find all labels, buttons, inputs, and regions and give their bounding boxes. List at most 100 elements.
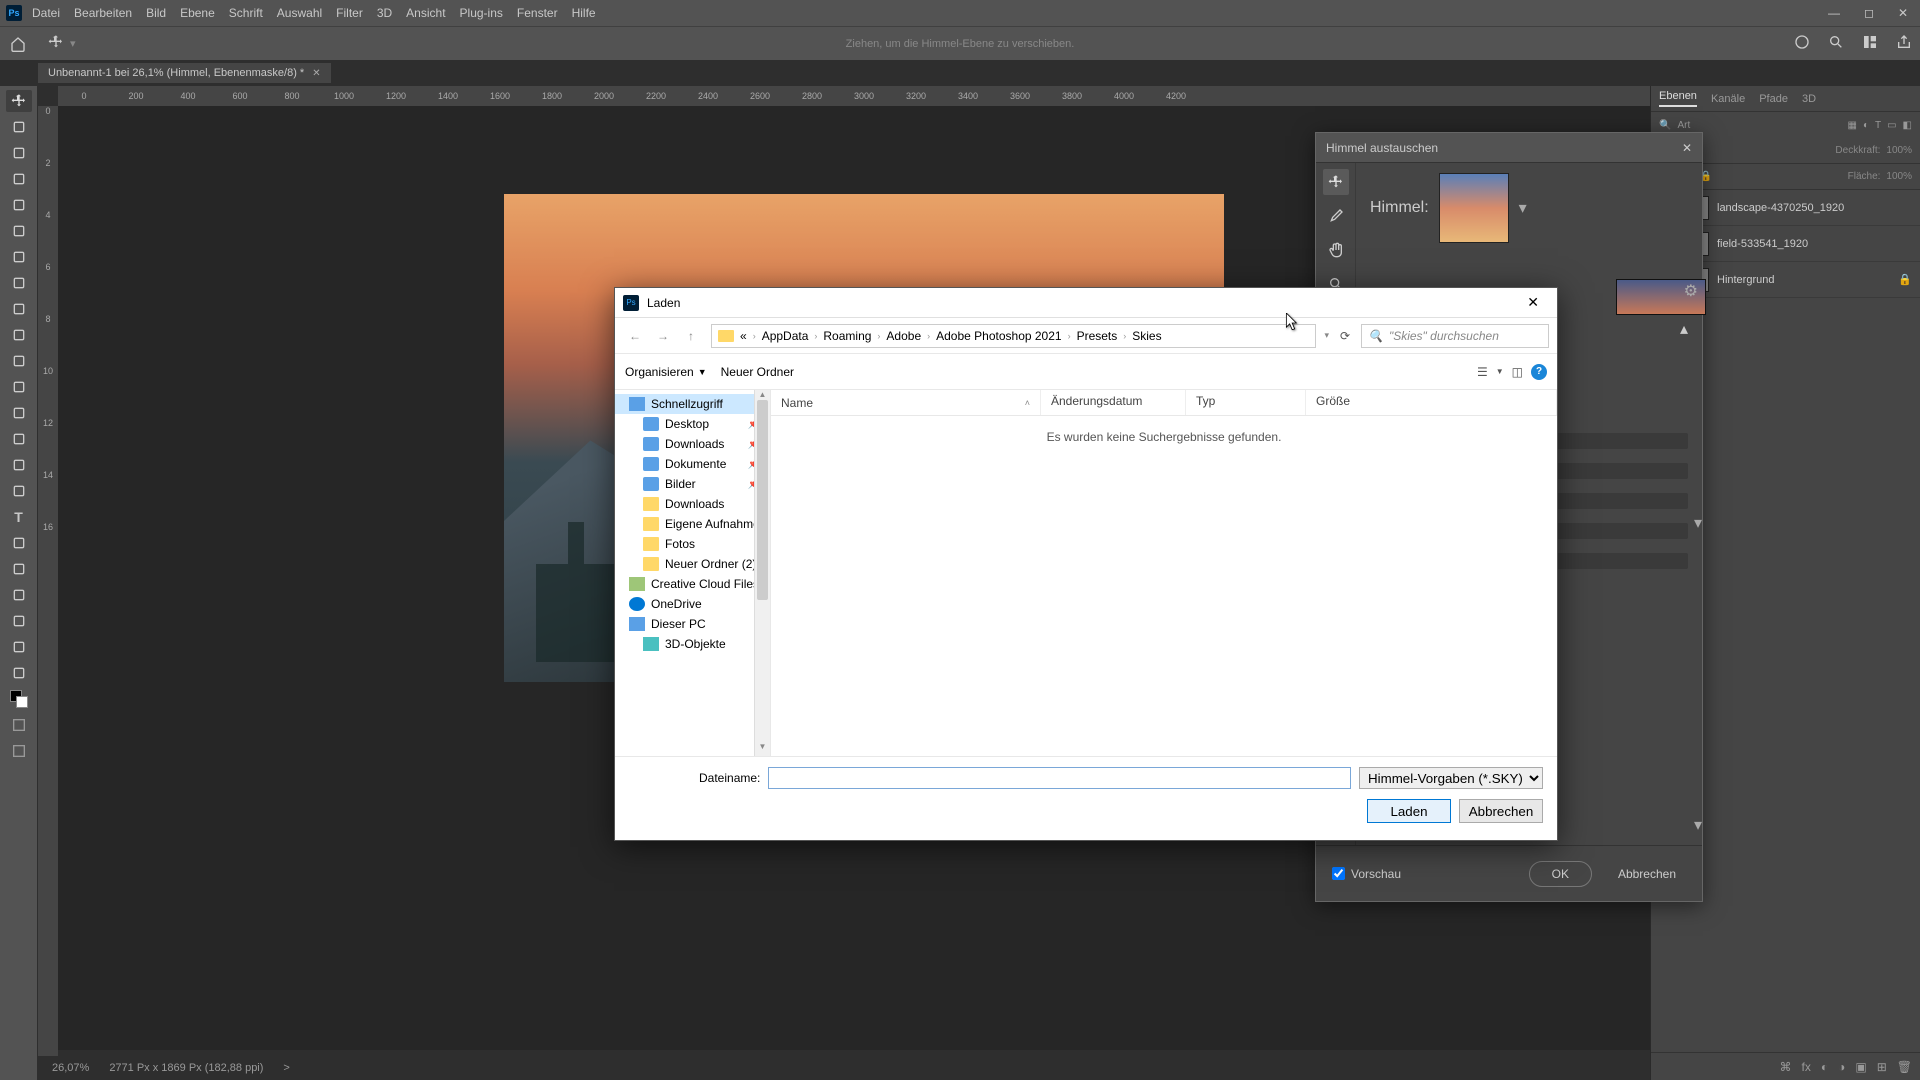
menu-3d[interactable]: 3D — [377, 6, 392, 20]
tab-ebenen[interactable]: Ebenen — [1659, 90, 1697, 107]
preview-pane-icon[interactable]: ◫ — [1512, 365, 1523, 379]
sky-dropdown-icon[interactable]: ▾ — [1519, 198, 1527, 218]
chevron-up-icon[interactable]: ▴ — [1680, 319, 1688, 339]
breadcrumb-segment[interactable]: AppData — [758, 329, 813, 343]
organize-button[interactable]: Organisieren▼ — [625, 365, 707, 379]
refresh-icon[interactable]: ⟳ — [1333, 324, 1357, 348]
breadcrumb-dropdown-icon[interactable]: ▾ — [1324, 330, 1329, 341]
tree-item[interactable]: Dokumente📌 — [615, 454, 770, 474]
status-arrow-icon[interactable]: > — [283, 1062, 289, 1074]
maximize-icon[interactable]: ◻ — [1864, 6, 1874, 20]
brush-tool-icon[interactable] — [6, 298, 32, 320]
filetype-select[interactable]: Himmel-Vorgaben (*.SKY) — [1359, 767, 1543, 789]
lasso-tool-icon[interactable] — [6, 142, 32, 164]
sky-hand-tool-icon[interactable] — [1323, 237, 1349, 263]
gradient-tool-icon[interactable] — [6, 402, 32, 424]
col-size[interactable]: Größe — [1306, 390, 1557, 415]
stamp-tool-icon[interactable] — [6, 324, 32, 346]
blur-tool-icon[interactable] — [6, 428, 32, 450]
tree-item[interactable]: Fotos — [615, 534, 770, 554]
link-icon[interactable]: ⌘ — [1780, 1060, 1792, 1074]
breadcrumb-segment[interactable]: Presets — [1073, 329, 1122, 343]
tree-item[interactable]: Bilder📌 — [615, 474, 770, 494]
document-tab[interactable]: Unbenannt-1 bei 26,1% (Himmel, Ebenenmas… — [38, 63, 331, 83]
zoom-tool-icon[interactable] — [6, 610, 32, 632]
move-tool-icon[interactable] — [48, 34, 64, 53]
breadcrumb-segment[interactable]: Roaming — [819, 329, 875, 343]
tab-close-icon[interactable]: ✕ — [312, 68, 320, 79]
sky-panel-header[interactable]: Himmel austauschen ✕ — [1316, 133, 1702, 163]
close-icon[interactable]: ✕ — [1898, 6, 1908, 20]
preview-checkbox-input[interactable] — [1332, 867, 1345, 880]
tree-item[interactable]: Dieser PC — [615, 614, 770, 634]
breadcrumb[interactable]: «›AppData›Roaming›Adobe›Adobe Photoshop … — [711, 324, 1316, 348]
breadcrumb-segment[interactable]: « — [736, 329, 751, 343]
share-icon[interactable] — [1896, 34, 1912, 53]
nav-forward-icon[interactable]: → — [651, 324, 675, 348]
tree-item[interactable]: OneDrive — [615, 594, 770, 614]
cancel-button[interactable]: Abbrechen — [1608, 862, 1686, 886]
menu-bild[interactable]: Bild — [146, 6, 166, 20]
breadcrumb-segment[interactable]: Adobe — [882, 329, 925, 343]
sky-brush-tool-icon[interactable] — [1323, 203, 1349, 229]
type-tool-icon[interactable]: T — [6, 506, 32, 528]
menu-ebene[interactable]: Ebene — [180, 6, 215, 20]
fx-icon[interactable]: fx — [1802, 1060, 1811, 1074]
search-input[interactable]: 🔍 "Skies" durchsuchen — [1361, 324, 1549, 348]
nav-up-icon[interactable]: ↑ — [679, 324, 703, 348]
ok-button[interactable]: OK — [1529, 861, 1592, 887]
mask-icon[interactable]: ◐ — [1821, 1060, 1828, 1074]
hand-tool-icon[interactable] — [6, 584, 32, 606]
tree-item[interactable]: 3D-Objekte — [615, 634, 770, 654]
zoom-level[interactable]: 26,07% — [52, 1062, 89, 1074]
crop-tool-icon[interactable] — [6, 194, 32, 216]
view-dropdown-icon[interactable]: ▼ — [1496, 367, 1504, 376]
screenmode-icon[interactable] — [6, 740, 32, 762]
tree-item[interactable]: Desktop📌 — [615, 414, 770, 434]
tree-item[interactable]: Downloads — [615, 494, 770, 514]
filter-pixel-icon[interactable]: ▦ — [1847, 120, 1856, 131]
opacity-value[interactable]: 100% — [1886, 145, 1912, 156]
menu-datei[interactable]: Datei — [32, 6, 60, 20]
sky-move-tool-icon[interactable] — [1323, 169, 1349, 195]
path-tool-icon[interactable] — [6, 532, 32, 554]
more-tool-icon[interactable] — [6, 636, 32, 658]
filter-shape-icon[interactable]: ▭ — [1887, 120, 1896, 131]
col-date[interactable]: Änderungsdatum — [1041, 390, 1186, 415]
wand-tool-icon[interactable] — [6, 168, 32, 190]
tab-kanäle[interactable]: Kanäle — [1711, 93, 1745, 105]
menu-fenster[interactable]: Fenster — [517, 6, 558, 20]
sky-preset-thumb[interactable] — [1439, 173, 1509, 243]
tree-scrollbar[interactable]: ▲ ▼ — [754, 390, 770, 756]
filter-type-icon[interactable]: T — [1875, 120, 1881, 131]
search-icon[interactable]: 🔍 — [1659, 120, 1671, 131]
fill-value[interactable]: 100% — [1886, 171, 1912, 182]
tree-item[interactable]: Eigene Aufnahmen — [615, 514, 770, 534]
minimize-icon[interactable]: — — [1828, 6, 1840, 20]
move-tool-icon[interactable] — [6, 90, 32, 112]
group-icon[interactable]: ▣ — [1855, 1060, 1866, 1074]
fgbg-tool-icon[interactable] — [6, 688, 32, 710]
chevron-down-icon[interactable]: ▾ — [1694, 513, 1702, 533]
frame-tool-icon[interactable] — [6, 220, 32, 242]
eyedrop-tool-icon[interactable] — [6, 246, 32, 268]
eraser-tool-icon[interactable] — [6, 376, 32, 398]
filter-adjust-icon[interactable]: ◐ — [1863, 120, 1869, 131]
chevron-down-icon[interactable]: ▾ — [1694, 815, 1702, 835]
marquee-tool-icon[interactable] — [6, 116, 32, 138]
heal-tool-icon[interactable] — [6, 272, 32, 294]
quickmask-icon[interactable] — [6, 714, 32, 736]
workspace-icon[interactable] — [1862, 34, 1878, 53]
view-mode-icon[interactable]: ☰ — [1477, 365, 1488, 379]
gear-icon[interactable]: ⚙ — [1684, 281, 1698, 301]
close-icon[interactable]: ✕ — [1517, 288, 1549, 317]
menu-plug-ins[interactable]: Plug-ins — [460, 6, 503, 20]
close-icon[interactable]: ✕ — [1682, 141, 1692, 155]
rect-tool-icon[interactable] — [6, 558, 32, 580]
preview-checkbox[interactable]: Vorschau — [1332, 867, 1401, 881]
nav-back-icon[interactable]: ← — [623, 324, 647, 348]
tab-3d[interactable]: 3D — [1802, 93, 1816, 105]
new-folder-button[interactable]: Neuer Ordner — [721, 365, 794, 379]
menu-ansicht[interactable]: Ansicht — [406, 6, 445, 20]
menu-bearbeiten[interactable]: Bearbeiten — [74, 6, 132, 20]
